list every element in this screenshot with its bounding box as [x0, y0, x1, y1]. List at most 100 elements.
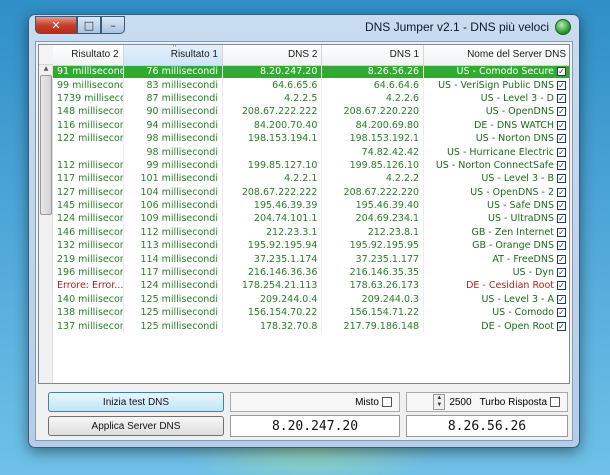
- server-enabled-checkbox[interactable]: ✓: [557, 201, 566, 211]
- server-enabled-checkbox[interactable]: ✓: [557, 227, 566, 237]
- server-enabled-checkbox[interactable]: ✓: [557, 107, 566, 117]
- turbo-spinner[interactable]: ▲ ▼: [433, 394, 446, 410]
- mix-option[interactable]: Misto: [230, 392, 400, 412]
- start-dns-test-button[interactable]: Inizia test DNS: [48, 392, 224, 412]
- mix-checkbox[interactable]: [382, 397, 392, 407]
- server-enabled-checkbox[interactable]: ✓: [557, 80, 566, 90]
- cell-server-name: US - Norton ConnectSafe ✓: [423, 158, 569, 173]
- cell-server-name: GB - Orange DNS ✓: [423, 239, 569, 253]
- col-header-dns-2[interactable]: DNS 2: [222, 45, 323, 66]
- cell-server-name: DE - Cesidian Root ✓: [423, 279, 569, 293]
- cell-dns-2: 195.46.39.39: [222, 198, 323, 213]
- cell-result-2: 132 millisecondi: [53, 239, 124, 253]
- cell-dns-1: 195.92.195.95: [321, 239, 425, 253]
- table-row[interactable]: 145 millisecondi106 millisecondi195.46.3…: [53, 198, 569, 213]
- server-enabled-checkbox[interactable]: ✓: [557, 93, 566, 103]
- dns-2-value-field[interactable]: 8.20.247.20: [230, 415, 400, 437]
- server-enabled-checkbox[interactable]: ✓: [557, 67, 566, 77]
- dns-1-value-field[interactable]: 8.26.56.26: [406, 415, 568, 437]
- cell-server-name: US - Dyn ✓: [423, 265, 569, 280]
- col-header-server-name[interactable]: Nome del Server DNS: [423, 45, 569, 66]
- cell-dns-1: 204.69.234.1: [321, 212, 425, 226]
- cell-result-2: 219 millisecondi: [53, 252, 124, 266]
- server-enabled-checkbox[interactable]: ✓: [557, 214, 566, 224]
- cell-result-1: 83 millisecondi: [123, 78, 223, 92]
- server-enabled-checkbox[interactable]: ✓: [557, 321, 566, 331]
- server-enabled-checkbox[interactable]: ✓: [557, 241, 566, 251]
- cell-dns-1: 4.2.2.2: [321, 172, 425, 186]
- cell-server-name: US - Comodo Secure ✓: [423, 65, 569, 79]
- server-enabled-checkbox[interactable]: ✓: [557, 187, 566, 197]
- server-enabled-checkbox[interactable]: ✓: [557, 147, 566, 157]
- table-row[interactable]: 98 millisecondi 74.82.42.42 US - Hurricane…: [53, 145, 569, 159]
- server-enabled-checkbox[interactable]: ✓: [557, 268, 566, 278]
- table-row[interactable]: 122 millisecondi98 millisecondi198.153.1…: [53, 131, 569, 146]
- server-name-label: US - Dyn: [512, 267, 554, 279]
- cell-dns-2: [222, 145, 323, 159]
- table-row[interactable]: Errore: Error... 124 millisecondi 178.254.…: [53, 279, 569, 293]
- scroll-up-arrow-icon[interactable]: ▲: [39, 65, 53, 75]
- table-row[interactable]: 112 millisecondi99 millisecondi199.85.12…: [53, 158, 569, 173]
- table-row[interactable]: 137 millisecondi125 millisecondi178.32.7…: [53, 319, 569, 333]
- vertical-scrollbar[interactable]: ▲: [39, 65, 53, 383]
- cell-dns-1: 37.235.1.177: [321, 252, 425, 266]
- cell-result-2: 196 millisecondi: [53, 265, 124, 280]
- cell-result-1: 112 millisecondi: [123, 225, 223, 240]
- col-header-dns-1[interactable]: DNS 1: [321, 45, 425, 66]
- cell-result-1: 125 millisecondi: [123, 292, 223, 307]
- title-bar[interactable]: ✕ □ – DNS Jumper v2.1 - DNS più veloci: [29, 15, 579, 39]
- table-row[interactable]: 117 millisecondi101 millisecondi4.2.2.14…: [53, 172, 569, 186]
- turbo-value[interactable]: 2500: [449, 397, 471, 408]
- cell-result-2: 1739 millisecondi: [53, 91, 124, 106]
- cell-result-2: 146 millisecondi: [53, 225, 124, 240]
- col-header-result-2[interactable]: Risultato 2: [53, 45, 124, 66]
- table-row[interactable]: 1739 millisecondi87 millisecondi4.2.2.54…: [53, 91, 569, 106]
- cell-dns-1: 199.85.126.10: [321, 158, 425, 173]
- maximize-button[interactable]: □: [77, 16, 101, 34]
- server-enabled-checkbox[interactable]: ✓: [557, 120, 566, 130]
- table-row[interactable]: 124 millisecondi109 millisecondi204.74.1…: [53, 212, 569, 226]
- cell-dns-1: 217.79.186.148: [321, 319, 425, 333]
- table-row[interactable]: 132 millisecondi113 millisecondi195.92.1…: [53, 239, 569, 253]
- turbo-checkbox[interactable]: [550, 397, 560, 407]
- cell-result-1: 76 millisecondi: [123, 65, 223, 79]
- table-row[interactable]: 138 millisecondi125 millisecondi156.154.…: [53, 306, 569, 320]
- cell-result-2: 145 millisecondi: [53, 198, 124, 213]
- minimize-icon: –: [110, 18, 116, 32]
- table-row[interactable]: 196 millisecondi117 millisecondi216.146.…: [53, 265, 569, 280]
- server-enabled-checkbox[interactable]: ✓: [557, 294, 566, 304]
- table-row[interactable]: 219 millisecondi114 millisecondi37.235.1…: [53, 252, 569, 266]
- minimize-button[interactable]: –: [101, 16, 125, 34]
- server-name-label: US - Safe DNS: [487, 200, 554, 212]
- col-header-result-1[interactable]: ^ Risultato 1: [123, 45, 223, 66]
- cell-dns-2: 216.146.36.36: [222, 265, 323, 280]
- table-row[interactable]: 116 millisecondi94 millisecondi84.200.70…: [53, 118, 569, 132]
- server-enabled-checkbox[interactable]: ✓: [557, 160, 566, 170]
- server-enabled-checkbox[interactable]: ✓: [557, 174, 566, 184]
- table-row[interactable]: 146 millisecondi112 millisecondi212.23.3…: [53, 225, 569, 240]
- apply-dns-server-button[interactable]: Applica Server DNS: [48, 416, 224, 436]
- table-row[interactable]: 91 millisecondi 76 millisecondi 8.20.247.2…: [53, 65, 569, 79]
- server-enabled-checkbox[interactable]: ✓: [557, 254, 566, 264]
- cell-dns-1: 208.67.220.220: [321, 105, 425, 119]
- server-enabled-checkbox[interactable]: ✓: [557, 134, 566, 144]
- client-area: ▲ Risultato 2 ^ Risultato 1 DNS 2 DNS 1 N…: [35, 41, 573, 441]
- dns-server-grid: ▲ Risultato 2 ^ Risultato 1 DNS 2 DNS 1 N…: [38, 44, 570, 384]
- table-row[interactable]: 127 millisecondi104 millisecondi208.67.2…: [53, 185, 569, 199]
- close-button[interactable]: ✕: [35, 16, 77, 34]
- cell-dns-2: 209.244.0.4: [222, 292, 323, 307]
- cell-result-1: 109 millisecondi: [123, 212, 223, 226]
- table-row[interactable]: 148 millisecondi90 millisecondi208.67.22…: [53, 105, 569, 119]
- cell-dns-1: 8.26.56.26: [321, 65, 425, 79]
- scrollbar-thumb[interactable]: [40, 75, 52, 215]
- grid-corner: [39, 45, 53, 65]
- table-row[interactable]: 99 millisecondi 83 millisecondi 64.6.65.6 6…: [53, 78, 569, 92]
- window-title: DNS Jumper v2.1 - DNS più veloci: [364, 20, 549, 34]
- cell-dns-1: 84.200.69.80: [321, 118, 425, 132]
- table-header-row: Risultato 2 ^ Risultato 1 DNS 2 DNS 1 Nom…: [53, 45, 569, 66]
- server-enabled-checkbox[interactable]: ✓: [557, 281, 566, 291]
- cell-result-2: 148 millisecondi: [53, 105, 124, 119]
- server-enabled-checkbox[interactable]: ✓: [557, 308, 566, 318]
- table-row[interactable]: 140 millisecondi125 millisecondi209.244.…: [53, 292, 569, 307]
- cell-dns-2: 84.200.70.40: [222, 118, 323, 132]
